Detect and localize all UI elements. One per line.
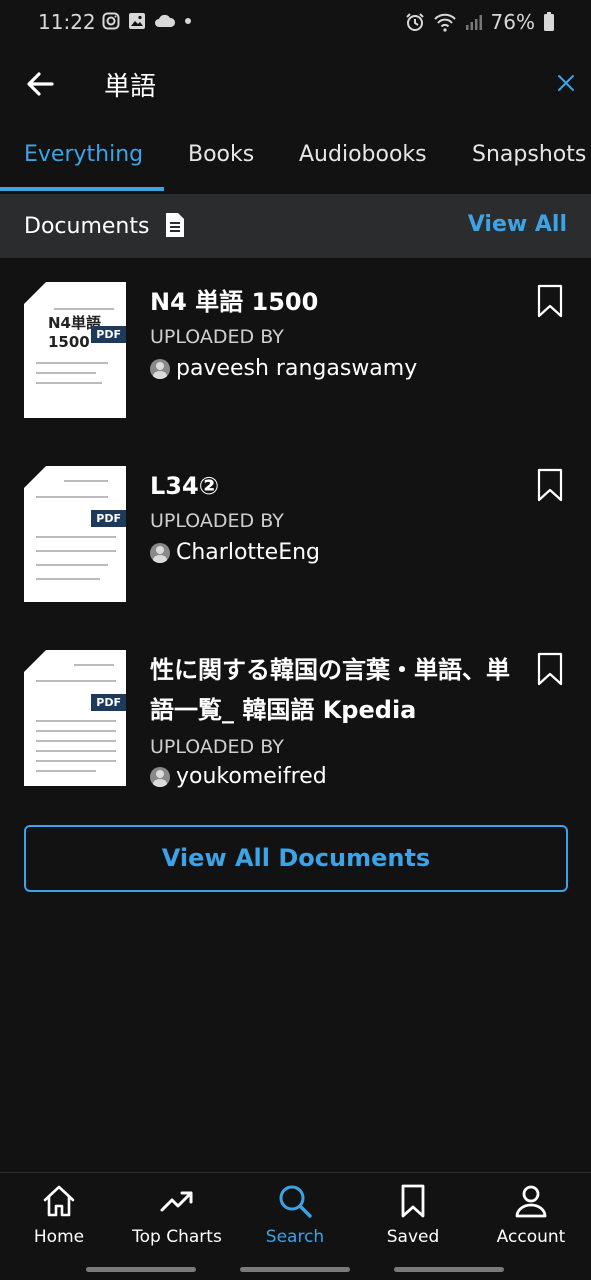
pdf-badge: PDF xyxy=(91,510,126,527)
gesture-bar xyxy=(394,1267,504,1272)
dot-icon xyxy=(185,18,191,24)
thumb-line xyxy=(74,664,114,666)
status-icons-left xyxy=(102,12,192,30)
pdf-badge: PDF xyxy=(91,326,126,343)
uploaded-by-label: UPLOADED BY xyxy=(150,510,284,532)
documents-section-header: Documents View All xyxy=(0,194,591,258)
page-fold xyxy=(24,282,46,304)
status-bar: 11:22 76% xyxy=(0,0,591,44)
view-all-link[interactable]: View All xyxy=(468,212,567,237)
battery-percent: 76% xyxy=(490,10,535,34)
thumb-line xyxy=(36,760,116,762)
search-icon xyxy=(279,1185,312,1218)
bookmark-icon[interactable] xyxy=(537,284,563,318)
thumb-line xyxy=(36,536,116,538)
tab-everything[interactable]: Everything xyxy=(24,142,143,167)
uploaded-by-label: UPLOADED BY xyxy=(150,326,284,348)
bookmark-icon xyxy=(401,1184,425,1218)
bookmark-icon[interactable] xyxy=(537,468,563,502)
battery-icon xyxy=(544,12,554,31)
nav-home[interactable]: Home xyxy=(0,1173,118,1263)
account-icon xyxy=(515,1185,547,1218)
thumb-line xyxy=(36,372,96,374)
close-icon[interactable] xyxy=(553,70,579,96)
thumb-line xyxy=(54,308,114,310)
thumb-line xyxy=(36,750,116,752)
thumb-line xyxy=(36,720,116,722)
document-title[interactable]: 性に関する韓国の言葉・単語、単語一覧_ 韓国語 Kpedia xyxy=(150,650,522,730)
nav-search[interactable]: Search xyxy=(236,1173,354,1263)
uploaded-by-label: UPLOADED BY xyxy=(150,736,284,758)
uploader-name: CharlotteEng xyxy=(176,540,320,565)
thumb-line xyxy=(36,496,108,498)
cloud-icon xyxy=(155,14,176,27)
tab-bar: Everything Books Audiobooks Snapshots xyxy=(0,130,591,192)
document-thumbnail[interactable]: PDF xyxy=(24,650,126,786)
alarm-icon xyxy=(405,13,424,31)
document-thumbnail[interactable]: PDF xyxy=(24,466,126,602)
document-title[interactable]: L34② xyxy=(150,466,530,506)
nav-label: Search xyxy=(265,1227,325,1247)
back-arrow-icon[interactable] xyxy=(22,66,58,102)
search-bar: 単語 xyxy=(0,50,591,116)
instagram-icon xyxy=(102,12,120,30)
search-input[interactable]: 単語 xyxy=(104,66,156,103)
document-item[interactable]: N4単語 1500 PDF N4 単語 1500 UPLOADED BY pav… xyxy=(0,282,591,422)
nav-label: Home xyxy=(33,1227,85,1247)
signal-icon xyxy=(465,15,482,30)
home-icon xyxy=(43,1185,75,1217)
tab-audiobooks[interactable]: Audiobooks xyxy=(299,142,427,167)
document-icon xyxy=(166,213,184,237)
bottom-nav: Home Top Charts Search Saved Account xyxy=(0,1172,591,1262)
status-time: 11:22 xyxy=(38,10,96,34)
uploader-name: paveesh rangaswamy xyxy=(176,356,418,381)
thumb-line xyxy=(36,382,102,384)
nav-label: Saved xyxy=(386,1227,440,1247)
tab-books[interactable]: Books xyxy=(188,142,254,167)
trending-icon xyxy=(160,1191,193,1212)
gesture-bar xyxy=(86,1267,196,1272)
document-item[interactable]: PDF L34② UPLOADED BY CharlotteEng xyxy=(0,466,591,606)
page-fold xyxy=(24,466,46,488)
view-all-documents-button[interactable]: View All Documents xyxy=(24,825,568,892)
thumb-line xyxy=(36,362,108,364)
thumb-line xyxy=(36,770,96,772)
active-tab-indicator xyxy=(0,187,164,191)
thumb-line xyxy=(36,730,116,732)
avatar xyxy=(150,766,170,787)
thumb-line xyxy=(36,564,108,566)
uploader[interactable]: CharlotteEng xyxy=(150,540,320,565)
avatar xyxy=(150,358,170,379)
pdf-badge: PDF xyxy=(91,694,126,711)
gallery-icon xyxy=(129,13,145,29)
thumb-line xyxy=(36,740,116,742)
document-title[interactable]: N4 単語 1500 xyxy=(150,282,530,322)
nav-label: Account xyxy=(496,1227,566,1247)
thumb-line xyxy=(36,578,100,580)
section-title: Documents xyxy=(24,214,150,239)
tab-snapshots[interactable]: Snapshots xyxy=(472,142,586,167)
thumb-line xyxy=(64,480,108,482)
uploader-name: youkomeifred xyxy=(176,764,327,789)
page-fold xyxy=(24,650,46,672)
thumb-line xyxy=(36,550,116,552)
status-icons-right: 76% xyxy=(405,10,555,34)
nav-top-charts[interactable]: Top Charts xyxy=(118,1173,236,1263)
thumb-line xyxy=(36,680,116,682)
nav-label: Top Charts xyxy=(132,1227,222,1247)
uploader[interactable]: youkomeifred xyxy=(150,764,327,789)
bookmark-icon[interactable] xyxy=(537,652,563,686)
document-thumbnail[interactable]: N4単語 1500 PDF xyxy=(24,282,126,418)
nav-saved[interactable]: Saved xyxy=(354,1173,472,1263)
document-item[interactable]: PDF 性に関する韓国の言葉・単語、単語一覧_ 韓国語 Kpedia UPLOA… xyxy=(0,650,591,790)
avatar xyxy=(150,542,170,563)
wifi-icon xyxy=(433,13,456,32)
nav-account[interactable]: Account xyxy=(472,1173,590,1263)
gesture-bar xyxy=(240,1267,350,1272)
uploader[interactable]: paveesh rangaswamy xyxy=(150,356,417,381)
